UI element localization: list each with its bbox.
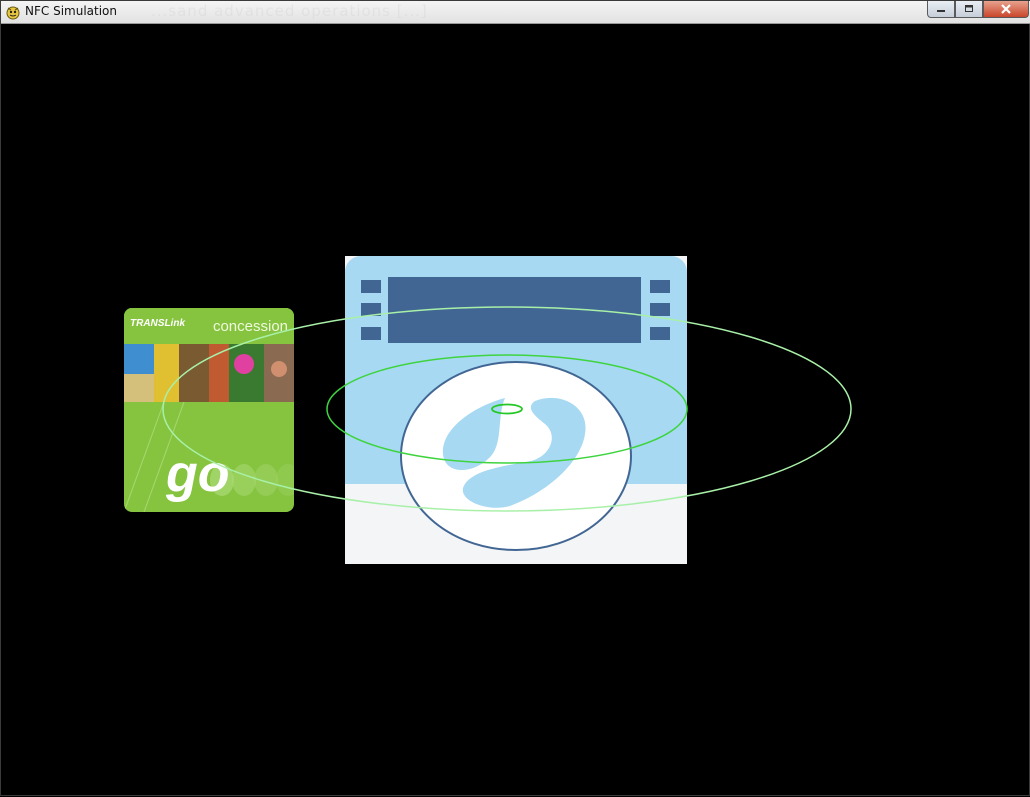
card-photo-strip: [124, 344, 294, 402]
card-go-logo: go: [166, 445, 230, 503]
window-controls: [927, 1, 1029, 19]
card-type-label: concession: [212, 318, 288, 335]
reader-left-buttons: [361, 280, 381, 340]
window-title: NFC Simulation: [25, 4, 117, 18]
close-button[interactable]: [983, 1, 1029, 18]
title-ghost-text: ...sand advanced operations [...]: [151, 2, 428, 20]
card-header: TRANSLink concession: [124, 308, 294, 344]
nfc-reader[interactable]: [345, 256, 687, 564]
minimize-button[interactable]: [927, 1, 955, 18]
minimize-icon: [937, 10, 945, 12]
close-icon: [1001, 4, 1011, 14]
pygame-app-icon: [6, 6, 20, 20]
reader-right-buttons: [650, 280, 670, 340]
app-window: NFC Simulation ...sand advanced operatio…: [0, 0, 1030, 796]
maximize-button[interactable]: [955, 1, 983, 18]
title-bar[interactable]: NFC Simulation ...sand advanced operatio…: [1, 1, 1030, 24]
go-card[interactable]: TRANSLink concession go: [124, 308, 294, 512]
card-brand-logo: TRANSLink: [130, 318, 185, 329]
reader-tap-zone: [400, 361, 632, 551]
reader-display: [388, 277, 641, 343]
maximize-icon: [965, 5, 973, 12]
